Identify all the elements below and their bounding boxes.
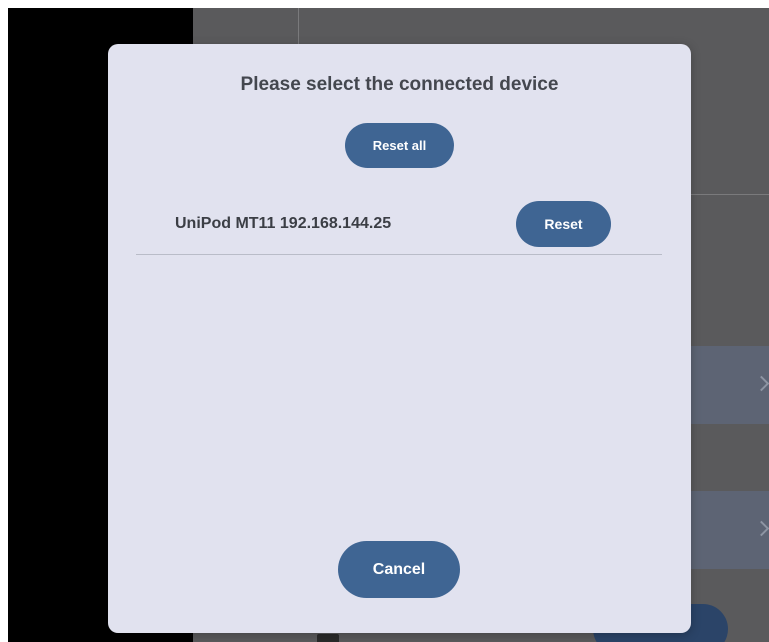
background-divider xyxy=(690,194,769,195)
reset-device-button[interactable]: Reset xyxy=(516,201,611,247)
background-option-card xyxy=(690,346,769,424)
background-divider xyxy=(298,8,299,48)
trash-icon xyxy=(317,634,339,642)
chevron-down-icon xyxy=(753,375,769,392)
select-device-dialog: Please select the connected device Reset… xyxy=(108,44,691,633)
dialog-title: Please select the connected device xyxy=(240,74,559,95)
reset-all-button[interactable]: Reset all xyxy=(345,123,454,168)
background-option-card xyxy=(690,491,769,569)
device-label: UniPod MT11 192.168.144.25 xyxy=(175,215,392,232)
chevron-down-icon xyxy=(753,520,769,537)
cancel-button[interactable]: Cancel xyxy=(338,541,460,598)
screen: Upgrade Please select the connected devi… xyxy=(0,0,769,642)
device-list-item[interactable]: UniPod MT11 192.168.144.25 Reset xyxy=(136,200,662,255)
